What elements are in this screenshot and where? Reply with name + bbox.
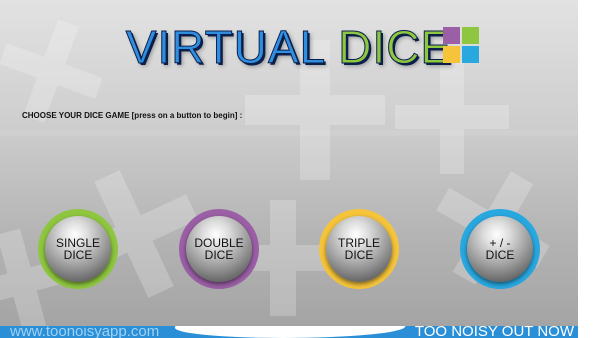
logo-square-blue: [462, 46, 479, 63]
double-dice-button[interactable]: DOUBLE DICE: [179, 209, 259, 289]
label-line-2: DICE: [63, 248, 93, 262]
plus-minus-dice-button[interactable]: + / - DICE: [460, 209, 540, 289]
label-line-2: DICE: [204, 248, 234, 262]
title-dice: DICE: [338, 21, 453, 74]
button-label: TRIPLE DICE: [319, 237, 399, 261]
four-squares-logo-icon: [443, 27, 479, 63]
logo-square-green: [462, 27, 479, 44]
right-margin: [578, 0, 600, 338]
button-label: SINGLE DICE: [38, 237, 118, 261]
footer-swoosh: [168, 326, 412, 338]
instructions-text: CHOOSE YOUR DICE GAME [press on a button…: [22, 111, 243, 120]
label-line-2: DICE: [344, 248, 374, 262]
logo-square-yellow: [443, 46, 460, 63]
label-line-2: DICE: [485, 248, 515, 262]
single-dice-button[interactable]: SINGLE DICE: [38, 209, 118, 289]
button-label: + / - DICE: [460, 237, 540, 261]
button-label: DOUBLE DICE: [179, 237, 259, 261]
promo-text[interactable]: TOO NOISY OUT NOW: [415, 326, 574, 338]
logo-square-purple: [443, 27, 460, 44]
website-link[interactable]: www.toonoisyapp.com: [10, 326, 159, 338]
app-title: VIRTUAL DICE: [0, 20, 578, 74]
app-canvas: VIRTUAL DICE CHOOSE YOUR DICE GAME [pres…: [0, 0, 578, 338]
triple-dice-button[interactable]: TRIPLE DICE: [319, 209, 399, 289]
title-virtual: VIRTUAL: [125, 21, 325, 74]
footer-banner: www.toonoisyapp.com TOO NOISY OUT NOW: [0, 326, 578, 338]
